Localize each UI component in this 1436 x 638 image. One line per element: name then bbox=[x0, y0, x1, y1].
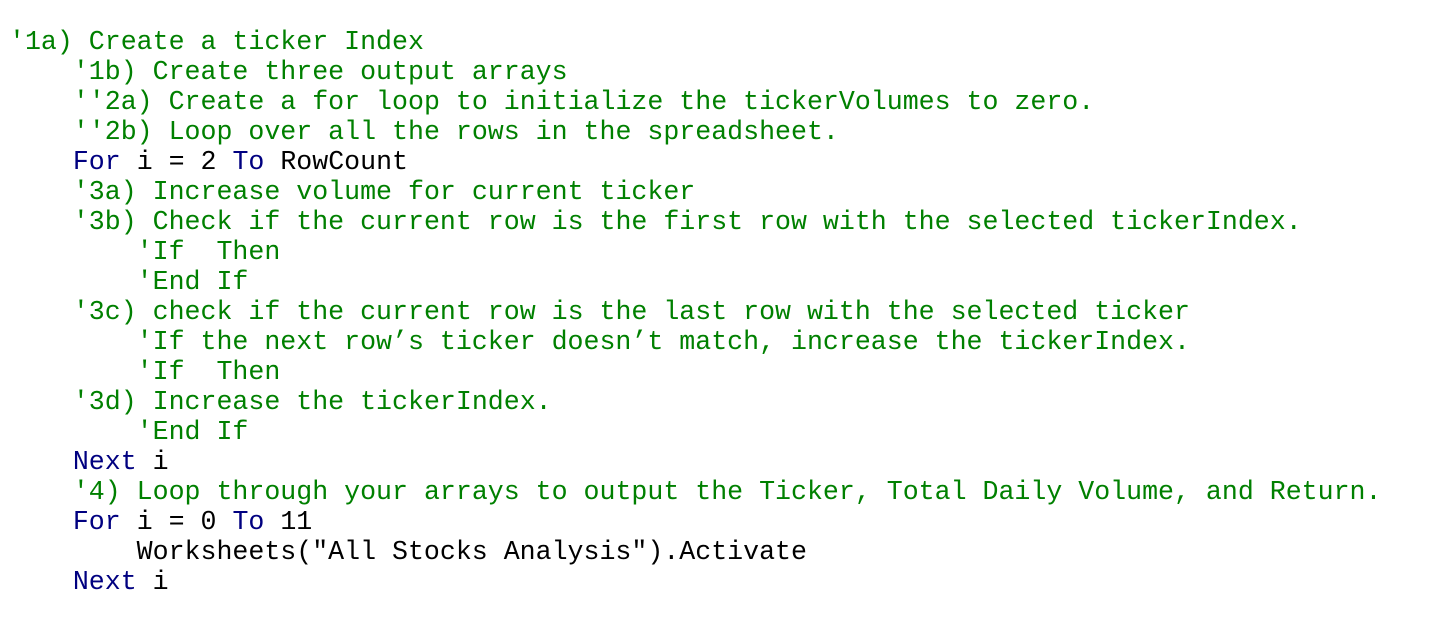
code-token: i bbox=[136, 447, 169, 477]
keyword-token: To bbox=[232, 147, 265, 177]
keyword-token: Next bbox=[72, 447, 137, 477]
code-line[interactable]: '4) Loop through your arrays to output t… bbox=[9, 477, 1382, 507]
code-line[interactable]: Next i bbox=[9, 447, 1381, 477]
code-line[interactable]: Worksheets("All Stocks Analysis").Activa… bbox=[9, 537, 1381, 567]
code-token: Worksheets("All Stocks Analysis").Activa… bbox=[136, 537, 807, 567]
code-line[interactable]: 'If the next row’s ticker doesn’t match,… bbox=[9, 327, 1381, 357]
code-token: i = 0 bbox=[120, 507, 233, 537]
code-token: i bbox=[136, 567, 169, 597]
code-editor[interactable]: '1a) Create a ticker Index '1b) Create t… bbox=[9, 27, 1381, 597]
code-line[interactable]: '3b) Check if the current row is the fir… bbox=[9, 207, 1381, 237]
comment-token: '1a) Create a ticker Index bbox=[9, 27, 424, 57]
code-line[interactable]: ''2b) Loop over all the rows in the spre… bbox=[9, 117, 1381, 147]
keyword-token: For bbox=[72, 147, 121, 177]
comment-token: '3a) Increase volume for current ticker bbox=[72, 177, 696, 207]
comment-token: 'If Then bbox=[136, 357, 281, 387]
comment-token: 'If the next row’s ticker doesn’t match,… bbox=[136, 327, 1190, 357]
comment-token: '3b) Check if the current row is the fir… bbox=[72, 207, 1302, 237]
code-line[interactable]: For i = 2 To RowCount bbox=[9, 147, 1381, 177]
code-line[interactable]: ''2a) Create a for loop to initialize th… bbox=[9, 87, 1381, 117]
comment-token: '4) Loop through your arrays to output t… bbox=[72, 477, 1382, 507]
code-line[interactable]: 'If Then bbox=[9, 357, 1381, 387]
code-line[interactable]: Next i bbox=[9, 567, 1381, 597]
keyword-token: To bbox=[232, 507, 265, 537]
code-line[interactable]: 'End If bbox=[9, 417, 1381, 447]
keyword-token: Next bbox=[72, 567, 137, 597]
code-token: i = 2 bbox=[120, 147, 233, 177]
comment-token: ''2a) Create a for loop to initialize th… bbox=[72, 87, 1095, 117]
code-line[interactable]: 'End If bbox=[9, 267, 1381, 297]
keyword-token: For bbox=[72, 507, 121, 537]
code-line[interactable]: '3c) check if the current row is the las… bbox=[9, 297, 1381, 327]
code-line[interactable]: '1a) Create a ticker Index bbox=[9, 27, 1381, 57]
comment-token: '3d) Increase the tickerIndex. bbox=[72, 387, 552, 417]
code-line[interactable]: '3a) Increase volume for current ticker bbox=[9, 177, 1381, 207]
code-line[interactable]: For i = 0 To 11 bbox=[9, 507, 1381, 537]
code-line[interactable]: '3d) Increase the tickerIndex. bbox=[9, 387, 1381, 417]
comment-token: 'End If bbox=[136, 417, 249, 447]
comment-token: 'If Then bbox=[136, 237, 281, 267]
comment-token: '3c) check if the current row is the las… bbox=[72, 297, 1190, 327]
comment-token: 'End If bbox=[136, 267, 249, 297]
code-line[interactable]: '1b) Create three output arrays bbox=[9, 57, 1381, 87]
code-line[interactable]: 'If Then bbox=[9, 237, 1381, 267]
code-token: RowCount bbox=[264, 147, 409, 177]
comment-token: ''2b) Loop over all the rows in the spre… bbox=[72, 117, 839, 147]
comment-token: '1b) Create three output arrays bbox=[72, 57, 568, 87]
code-token: 11 bbox=[264, 507, 313, 537]
